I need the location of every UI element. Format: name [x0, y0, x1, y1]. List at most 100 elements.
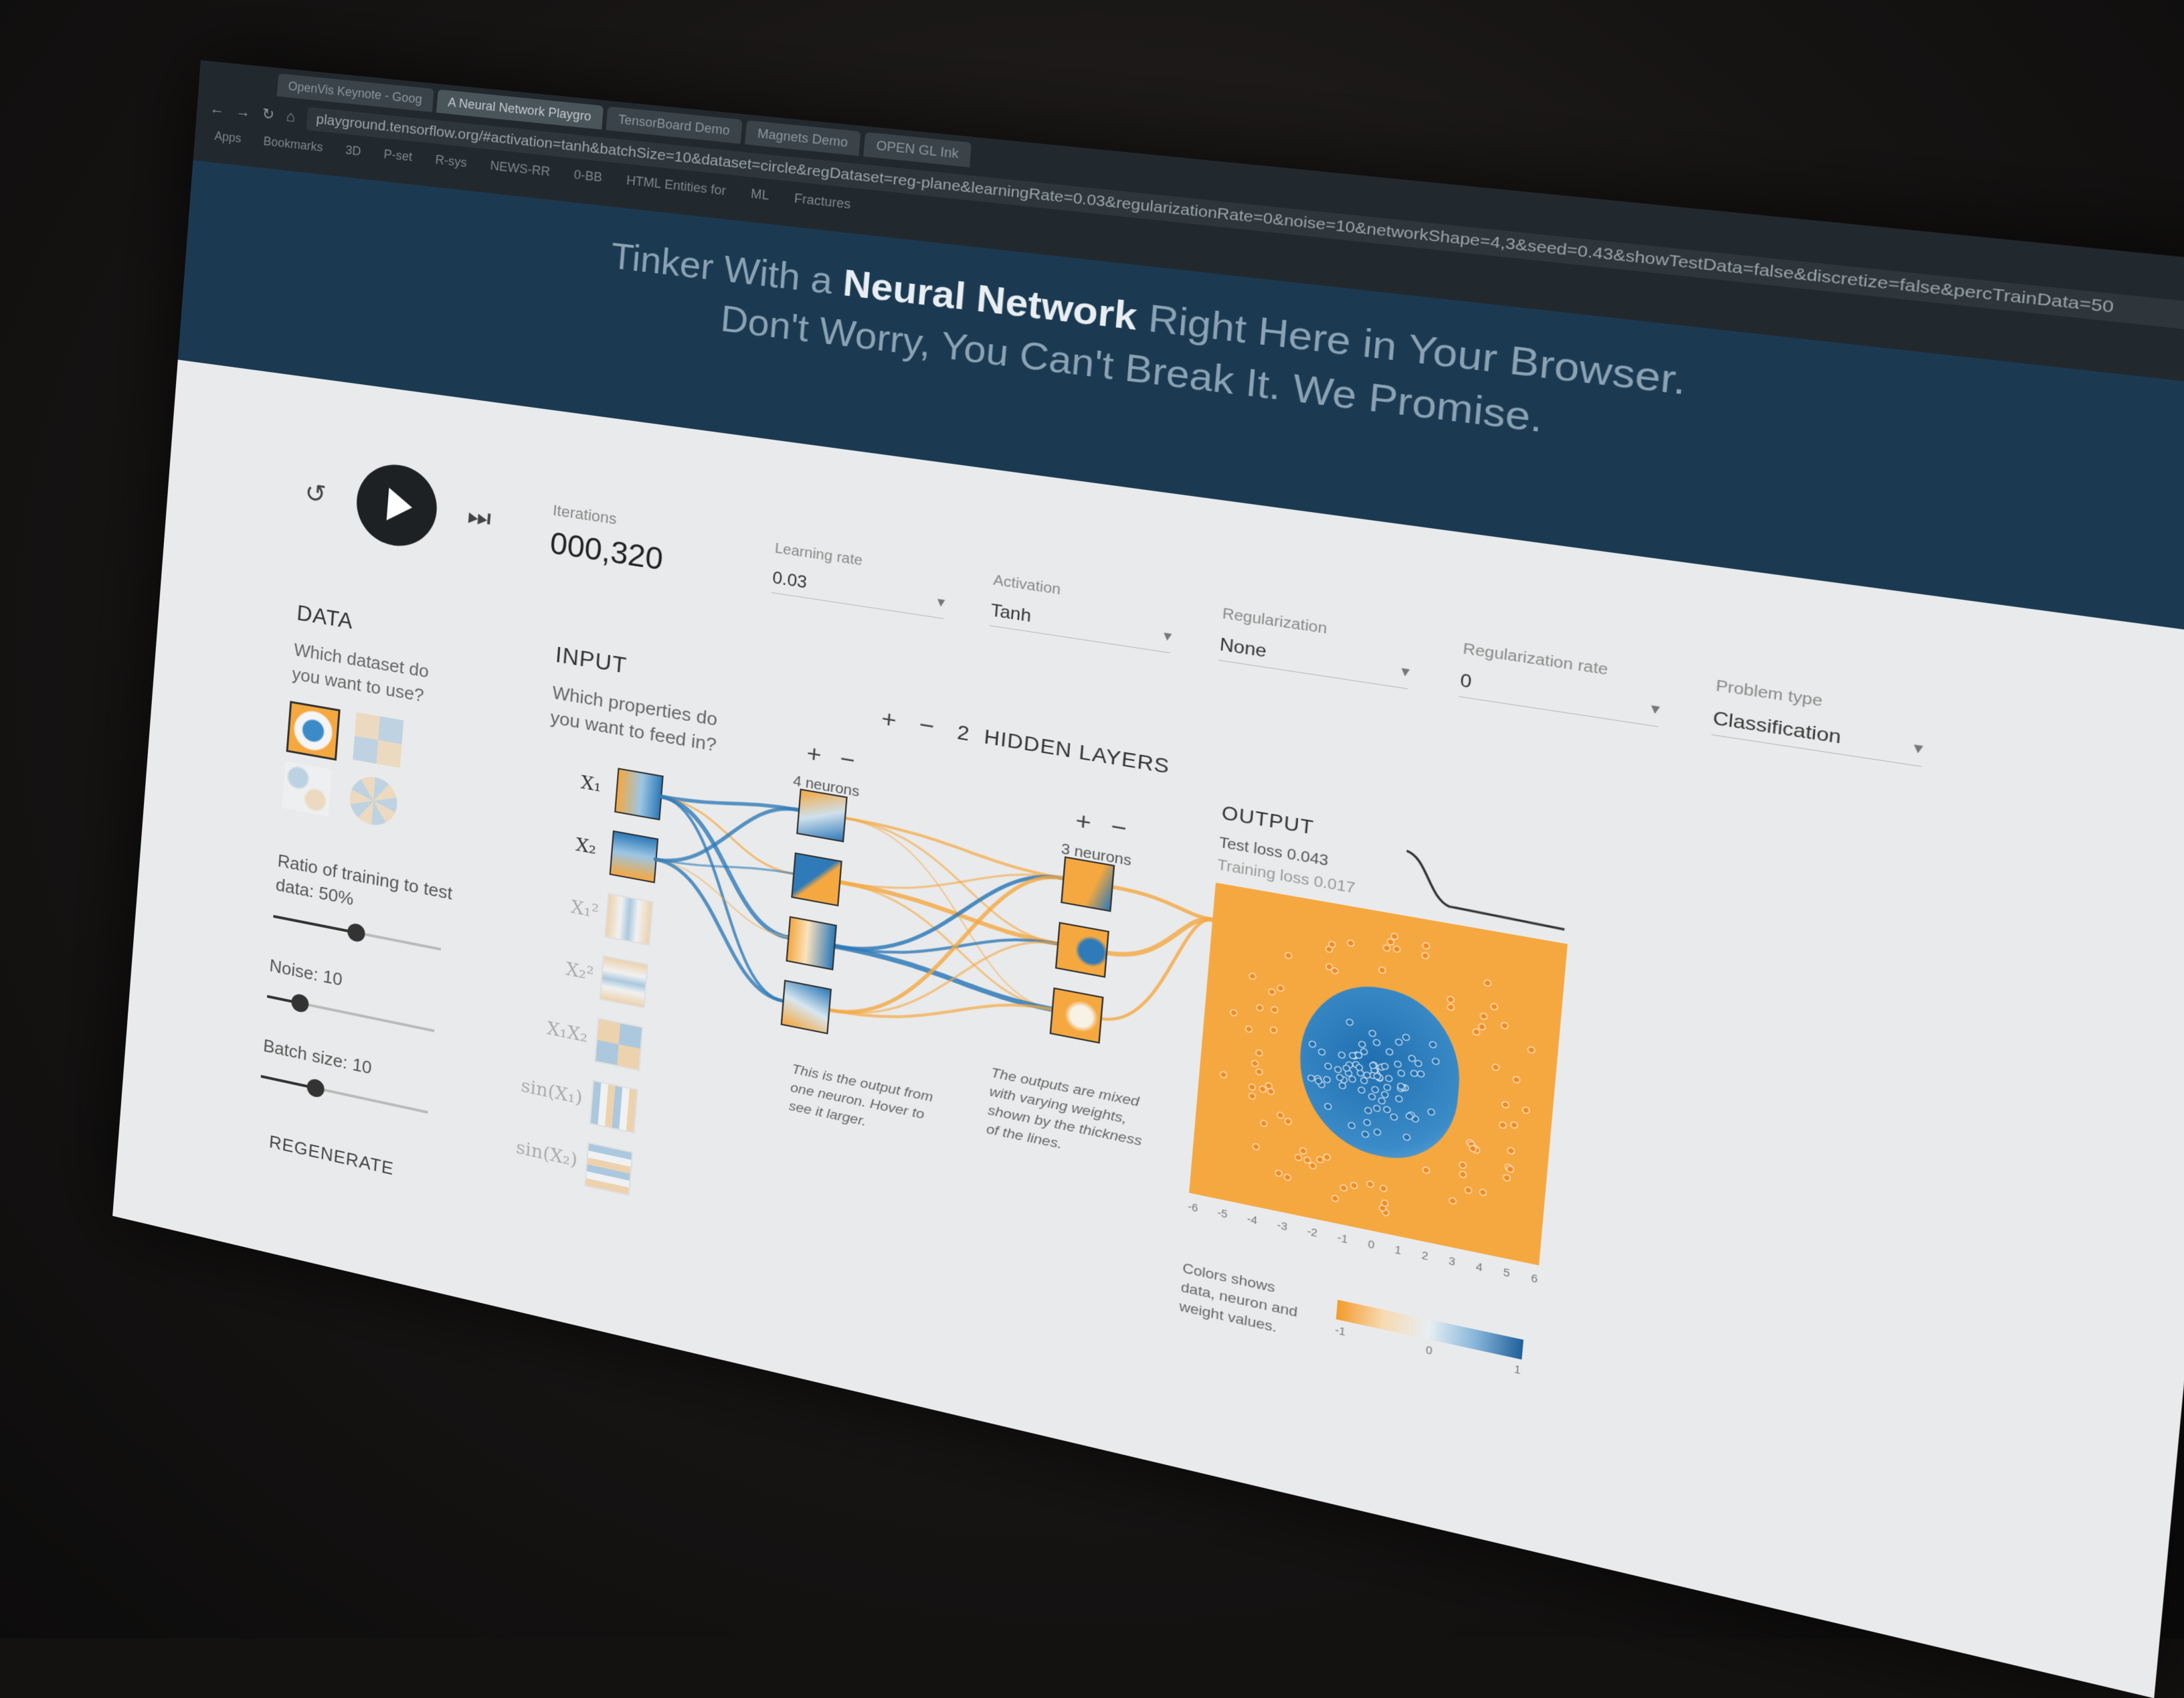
data-point — [1331, 1194, 1339, 1202]
forward-icon[interactable]: → — [236, 102, 251, 121]
data-point — [1285, 952, 1293, 960]
data-point — [1503, 1173, 1511, 1182]
data-point — [1449, 1197, 1457, 1205]
data-point — [1230, 1009, 1238, 1017]
data-point — [1268, 988, 1276, 996]
axis-tick: 5 — [1503, 1266, 1511, 1279]
bookmark-item[interactable]: Fractures — [794, 191, 851, 213]
data-point — [1507, 1147, 1515, 1155]
data-point — [1479, 1188, 1487, 1197]
data-point — [1267, 1087, 1275, 1095]
layer1-remove-neuron[interactable]: − — [839, 745, 856, 775]
data-point — [1219, 1071, 1227, 1079]
data-point — [1331, 967, 1339, 975]
bookmark-item[interactable]: NEWS-RR — [490, 159, 551, 179]
axis-tick: -2 — [1307, 1225, 1318, 1239]
legend-tick: -1 — [1334, 1324, 1346, 1338]
axis-tick: -5 — [1217, 1206, 1228, 1220]
axis-tick: 6 — [1530, 1272, 1538, 1285]
bookmark-item[interactable]: R-sys — [435, 153, 468, 171]
data-point — [1459, 1170, 1467, 1178]
neuron-2-3[interactable] — [1050, 987, 1104, 1043]
bookmark-item[interactable]: HTML Entities for — [626, 173, 727, 199]
data-point — [1323, 1153, 1331, 1161]
data-point — [1423, 1166, 1431, 1174]
layer1-add-neuron[interactable]: + — [806, 740, 822, 770]
reload-icon[interactable]: ↻ — [262, 105, 275, 124]
data-point — [1500, 1022, 1508, 1030]
data-point — [1421, 952, 1429, 960]
data-point — [1510, 1120, 1518, 1128]
neuron-2-1[interactable] — [1061, 856, 1115, 912]
neuron-1-3[interactable] — [786, 916, 837, 970]
neuron-1-4[interactable] — [781, 980, 832, 1035]
axis-tick: 3 — [1448, 1254, 1455, 1268]
data-point — [1490, 1003, 1498, 1011]
axis-tick: -1 — [1337, 1232, 1348, 1246]
data-point — [1506, 1165, 1514, 1174]
back-icon[interactable]: ← — [209, 100, 225, 118]
data-point — [1248, 1083, 1256, 1091]
data-point — [1366, 1180, 1374, 1188]
data-point — [1255, 1049, 1263, 1057]
axis-tick: 2 — [1421, 1249, 1429, 1262]
bookmark-item[interactable]: ML — [750, 187, 769, 203]
data-point — [1275, 1169, 1283, 1177]
add-layer-button[interactable]: + — [881, 705, 898, 735]
data-point — [1464, 1186, 1472, 1194]
data-point — [1340, 1183, 1348, 1191]
bookmark-item[interactable]: 0-BB — [573, 167, 603, 185]
data-point — [1251, 1059, 1259, 1068]
data-point — [1260, 1119, 1268, 1127]
data-point — [1522, 1106, 1530, 1114]
data-point — [1303, 1156, 1311, 1164]
data-point — [1255, 1068, 1263, 1076]
data-point — [1270, 1025, 1278, 1033]
data-point — [1502, 1100, 1510, 1108]
data-point — [1283, 1173, 1291, 1181]
data-point — [1479, 1013, 1487, 1021]
data-point — [1277, 985, 1285, 993]
bookmark-item[interactable]: Bookmarks — [263, 135, 323, 155]
hidden-layer-count: 2 — [956, 721, 971, 746]
data-point — [1498, 1120, 1506, 1128]
data-point — [1285, 1118, 1293, 1126]
remove-layer-button[interactable]: − — [918, 711, 935, 742]
layer2-add-neuron[interactable]: + — [1075, 806, 1093, 838]
neuron-2-2[interactable] — [1055, 922, 1109, 978]
neuron-1-2[interactable] — [791, 853, 842, 907]
data-point — [1447, 1003, 1455, 1011]
data-point — [1491, 1064, 1499, 1072]
data-point — [1350, 1181, 1358, 1189]
data-point — [1378, 966, 1386, 974]
data-point — [1294, 1153, 1302, 1161]
neuron-1-1[interactable] — [796, 788, 848, 842]
regularization-rate-select[interactable]: Regularization rate 0 — [1459, 641, 1663, 727]
bookmark-item[interactable]: 3D — [345, 143, 362, 159]
data-point — [1512, 1076, 1520, 1084]
data-point — [1483, 979, 1491, 987]
home-icon[interactable]: ⌂ — [286, 108, 296, 126]
data-point — [1380, 1184, 1388, 1192]
data-point — [1446, 996, 1454, 1004]
data-point — [1527, 1045, 1536, 1053]
apps-link[interactable]: Apps — [214, 129, 242, 146]
legend-tick: 0 — [1425, 1343, 1433, 1357]
legend-tick: 1 — [1514, 1363, 1522, 1376]
data-point — [1248, 1092, 1256, 1100]
axis-tick: 1 — [1394, 1244, 1402, 1257]
data-point — [1252, 1142, 1260, 1151]
layer2-remove-neuron[interactable]: − — [1110, 813, 1128, 844]
data-point — [1245, 1025, 1253, 1033]
data-point — [1459, 1161, 1467, 1169]
axis-tick: -4 — [1247, 1213, 1258, 1227]
data-point — [1299, 1147, 1307, 1155]
axis-tick: 4 — [1475, 1260, 1483, 1274]
axis-tick: -3 — [1277, 1219, 1288, 1233]
data-point — [1422, 942, 1430, 950]
data-point — [1276, 1111, 1284, 1119]
data-point — [1393, 945, 1401, 953]
problem-type-select[interactable]: Problem type Classification — [1712, 677, 1927, 767]
axis-tick: 0 — [1368, 1238, 1375, 1251]
bookmark-item[interactable]: P-set — [383, 147, 413, 165]
